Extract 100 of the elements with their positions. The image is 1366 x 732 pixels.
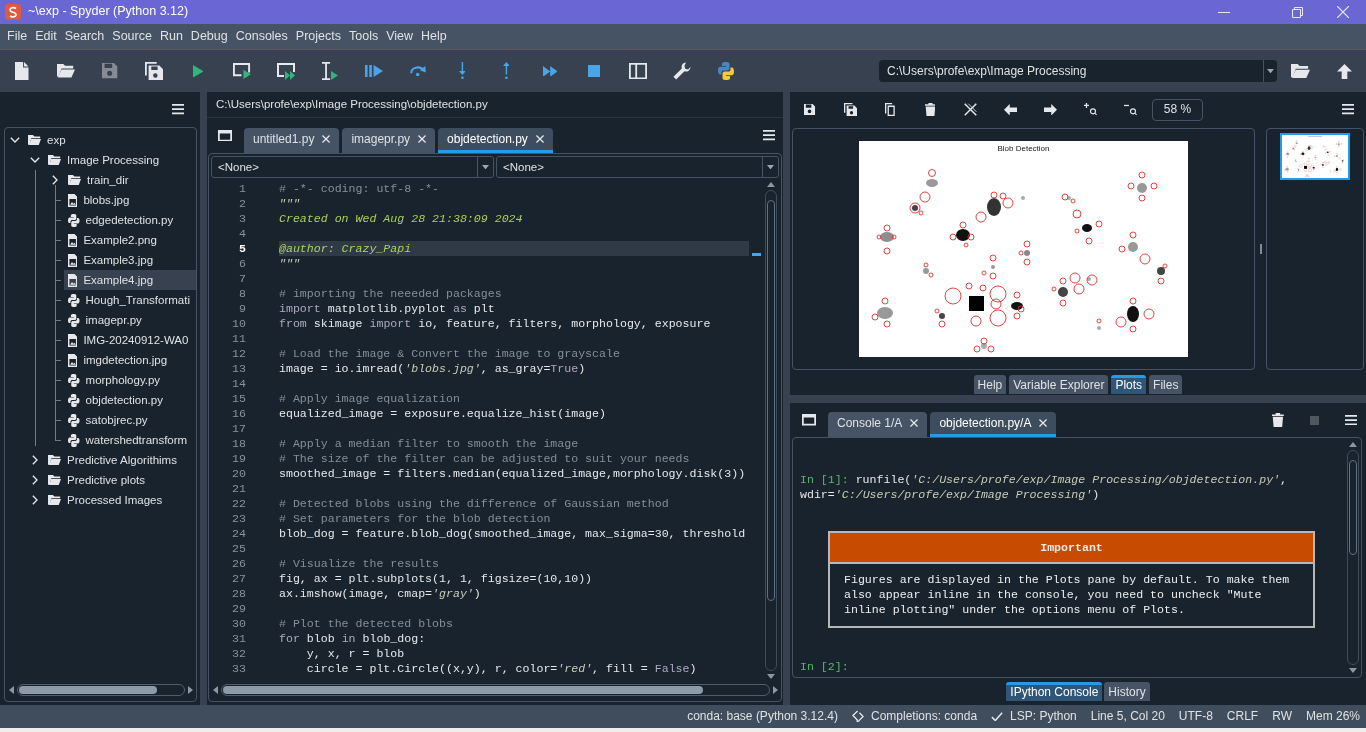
close-icon[interactable] — [322, 135, 331, 143]
dropdown-arrow-icon[interactable] — [767, 164, 774, 170]
chevron-right-icon[interactable] — [32, 495, 38, 505]
tree-item[interactable]: watershedtransform — [64, 430, 196, 450]
folder-icon[interactable] — [1290, 63, 1310, 79]
tree-item[interactable]: Example4.jpg — [64, 270, 196, 290]
pane-tab[interactable]: Variable Explorer — [1009, 375, 1109, 394]
symbol-dropdown[interactable]: <None> — [211, 156, 494, 178]
close-icon[interactable] — [1337, 6, 1349, 18]
new-file-icon[interactable] — [15, 62, 29, 80]
chevron-right-icon[interactable] — [52, 175, 58, 185]
play-icon[interactable] — [192, 64, 204, 78]
console-tab[interactable]: Console 1/A — [828, 412, 928, 437]
chevron-down-icon[interactable] — [10, 137, 20, 143]
close-icon[interactable] — [910, 419, 919, 427]
scroll-up-icon[interactable] — [766, 182, 775, 187]
menu-item[interactable]: View — [382, 28, 418, 45]
pane-tab[interactable]: History — [1104, 682, 1150, 701]
python-logo-icon[interactable] — [718, 62, 734, 80]
pane-layout-icon[interactable] — [629, 62, 647, 80]
tree-item[interactable]: satobjrec.py — [64, 410, 196, 430]
plot-thumbnail[interactable] — [1280, 133, 1350, 180]
scroll-down-icon[interactable] — [766, 674, 775, 679]
menu-icon[interactable] — [172, 104, 184, 115]
close-icon[interactable] — [535, 135, 544, 143]
step-out-icon[interactable] — [502, 62, 510, 80]
minimize-icon[interactable] — [1218, 11, 1230, 13]
scroll-right-icon[interactable] — [773, 686, 778, 694]
menu-item[interactable]: Search — [60, 28, 109, 45]
tree-item[interactable]: train_dir — [64, 170, 196, 190]
up-arrow-icon[interactable] — [1336, 63, 1352, 79]
left-arrow-icon[interactable] — [1003, 103, 1017, 116]
menu-item[interactable]: Run — [155, 28, 187, 45]
symbol-dropdown[interactable]: <None> — [496, 156, 779, 178]
tree-item[interactable]: Image Processing — [44, 150, 196, 170]
pane-tab[interactable]: Files — [1149, 375, 1183, 394]
save-icon[interactable] — [804, 103, 816, 115]
run-cell-icon[interactable] — [233, 62, 251, 80]
menu-item[interactable]: Help — [417, 28, 451, 45]
tree-item[interactable]: imagepr.py — [64, 310, 196, 330]
scroll-up-icon[interactable] — [1348, 442, 1357, 447]
save-all-icon[interactable] — [843, 103, 857, 116]
scroll-left-icon[interactable] — [9, 686, 14, 694]
scroll-down-icon[interactable] — [1348, 668, 1357, 673]
scroll-left-icon[interactable] — [213, 686, 218, 694]
menu-icon[interactable] — [1342, 104, 1354, 115]
continue-icon[interactable] — [542, 65, 558, 77]
file-tab[interactable]: imagepr.py — [342, 128, 436, 153]
menu-item[interactable]: Tools — [345, 28, 383, 45]
debug-icon[interactable] — [365, 65, 383, 77]
chevron-down-icon[interactable] — [30, 157, 40, 163]
scroll-right-icon[interactable] — [188, 686, 193, 694]
run-cell-advance-icon[interactable] — [277, 62, 295, 80]
pane-tab[interactable]: Help — [973, 375, 1007, 394]
splitter-grip-icon[interactable] — [1259, 244, 1262, 254]
right-arrow-icon[interactable] — [1043, 103, 1057, 116]
tree-item[interactable]: imgdetection.jpg — [64, 350, 196, 370]
dropdown-arrow-icon[interactable] — [1267, 68, 1274, 74]
close-all-icon[interactable] — [963, 103, 977, 116]
tree-item[interactable]: Example2.png — [64, 230, 196, 250]
zoom-out-icon[interactable] — [1123, 103, 1137, 116]
tree-item[interactable]: exp — [24, 130, 196, 150]
menu-item[interactable]: Consoles — [231, 28, 292, 45]
menu-item[interactable]: Debug — [186, 28, 232, 45]
close-icon[interactable] — [418, 135, 427, 143]
pane-tab[interactable]: Plots — [1111, 375, 1147, 394]
tree-item[interactable]: morphology.py — [64, 370, 196, 390]
close-icon[interactable] — [1039, 419, 1048, 427]
dropdown-arrow-icon[interactable] — [482, 164, 489, 170]
trash-icon[interactable] — [924, 103, 936, 116]
menu-item[interactable]: File — [3, 28, 32, 45]
chevron-right-icon[interactable] — [32, 475, 38, 485]
tree-item[interactable]: Processed Images — [44, 490, 196, 510]
copy-icon[interactable] — [885, 103, 895, 116]
scrollbar-thumb[interactable] — [223, 686, 703, 694]
menu-item[interactable]: Projects — [291, 28, 345, 45]
tree-item[interactable]: Predictive plots — [44, 470, 196, 490]
zoom-in-icon[interactable] — [1083, 103, 1097, 116]
window-icon[interactable] — [218, 129, 232, 142]
pane-tab[interactable]: IPython Console — [1006, 682, 1103, 701]
zoom-field[interactable]: 58 % — [1152, 98, 1203, 121]
tree-item[interactable]: objdetection.py — [64, 390, 196, 410]
console-tab[interactable]: objdetection.py/A — [930, 412, 1057, 437]
tree-item[interactable]: edgedetection.py — [64, 210, 196, 230]
restore-icon[interactable] — [1291, 6, 1303, 18]
chevron-right-icon[interactable] — [32, 455, 38, 465]
menu-icon[interactable] — [1345, 414, 1357, 426]
working-directory-field[interactable]: C:\Users\profe\exp\Image Processing — [879, 60, 1277, 82]
folder-icon[interactable] — [57, 64, 75, 78]
trash-icon[interactable] — [1272, 413, 1284, 427]
menu-item[interactable]: Source — [108, 28, 156, 45]
step-over-icon[interactable] — [409, 65, 427, 77]
scrollbar-thumb[interactable] — [19, 686, 157, 694]
window-icon[interactable] — [802, 414, 816, 426]
menu-item[interactable]: Edit — [31, 28, 61, 45]
file-tab[interactable]: objdetection.py — [438, 128, 553, 153]
save-all-icon[interactable] — [145, 62, 163, 80]
tree-item[interactable]: Example3.jpg — [64, 250, 196, 270]
run-selection-icon[interactable] — [321, 62, 339, 80]
tree-item[interactable]: blobs.jpg — [64, 190, 196, 210]
